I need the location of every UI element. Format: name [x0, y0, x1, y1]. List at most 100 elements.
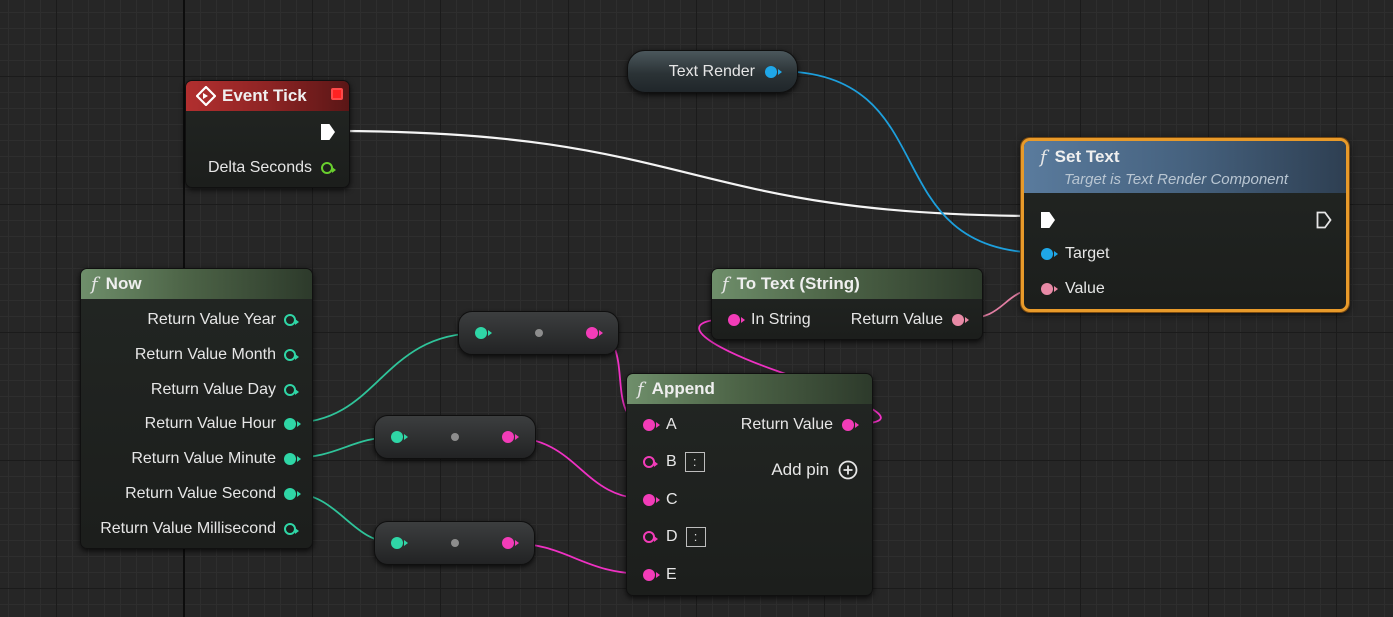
- target-wire: [775, 70, 1046, 254]
- exec-pin-icon[interactable]: [321, 124, 335, 140]
- int-to-string-node[interactable]: [374, 415, 536, 459]
- int-pin-icon[interactable]: [284, 488, 301, 500]
- text-pin-icon[interactable]: [952, 314, 969, 326]
- string-pin-icon[interactable]: [643, 456, 658, 468]
- set-text-subtitle: Target is Text Render Component: [1064, 170, 1289, 188]
- string-pin-icon[interactable]: [842, 419, 859, 431]
- now-output-label: Return Value Second: [125, 485, 276, 502]
- append-return-label: Return Value: [740, 416, 833, 433]
- conversion-dot: [451, 539, 459, 547]
- now-output-pin[interactable]: Return Value Month: [134, 342, 299, 368]
- set-text-exec-in[interactable]: [1041, 207, 1055, 233]
- event-diamond-icon: [196, 86, 216, 106]
- to-text-node[interactable]: f To Text (String) In String Return Valu…: [711, 268, 983, 340]
- event-tick-header: Event Tick: [186, 81, 349, 111]
- exec-wire: [334, 129, 1044, 218]
- function-icon: f: [1040, 146, 1047, 168]
- int-pin-icon[interactable]: [475, 327, 492, 339]
- object-pin-icon[interactable]: [765, 66, 782, 78]
- now-output-label: Return Value Day: [150, 381, 276, 398]
- set-text-title: Set Text: [1054, 147, 1120, 166]
- append-pin-b[interactable]: B :: [643, 449, 705, 475]
- now-output-pin[interactable]: Return Value Minute: [131, 446, 301, 472]
- set-text-node[interactable]: f Set Text Target is Text Render Compone…: [1021, 138, 1349, 312]
- string-pin-icon[interactable]: [643, 569, 660, 581]
- to-text-return-label: Return Value: [850, 311, 943, 328]
- set-text-exec-out[interactable]: [1316, 207, 1332, 233]
- string-pin-icon[interactable]: [643, 419, 660, 431]
- append-d-literal-input[interactable]: :: [685, 527, 706, 547]
- delta-seconds-label: Delta Seconds: [207, 159, 312, 176]
- add-pin-label: Add pin: [771, 460, 829, 479]
- now-output-label: Return Value Year: [147, 311, 276, 328]
- int-pin-icon[interactable]: [284, 453, 301, 465]
- string-pin-icon[interactable]: [643, 494, 660, 506]
- value-label: Value: [1065, 280, 1105, 297]
- hour-wire: [289, 332, 481, 424]
- object-pin-icon[interactable]: [1041, 248, 1058, 260]
- now-output-pin[interactable]: Return Value Year: [147, 307, 299, 333]
- int-pin-icon[interactable]: [284, 314, 299, 326]
- int-pin-icon[interactable]: [284, 349, 299, 361]
- event-tick-node[interactable]: Event Tick Delta Seconds: [185, 80, 350, 188]
- append-return-pin[interactable]: Return Value: [740, 412, 859, 438]
- now-output-label: Return Value Minute: [131, 450, 276, 467]
- plus-circle-icon[interactable]: [838, 460, 858, 480]
- string-pin-icon[interactable]: [728, 314, 745, 326]
- now-header: f Now: [81, 269, 312, 299]
- string-pin-icon[interactable]: [502, 537, 519, 549]
- in-string-pin[interactable]: In String: [728, 307, 811, 333]
- append-pin-a[interactable]: A: [643, 412, 677, 438]
- now-output-pin[interactable]: Return Value Hour: [144, 411, 301, 437]
- append-b-literal-input[interactable]: :: [684, 452, 705, 472]
- now-output-pin[interactable]: Return Value Millisecond: [100, 516, 299, 542]
- function-icon: f: [722, 273, 729, 295]
- text-pin-icon[interactable]: [1041, 283, 1058, 295]
- text-render-pin[interactable]: Text Render: [669, 59, 782, 85]
- delta-seconds-pin[interactable]: Delta Seconds: [207, 155, 336, 181]
- in-string-label: In String: [751, 311, 811, 328]
- append-node[interactable]: f Append A B : C D : E Return Value Add …: [626, 373, 873, 596]
- int-pin-icon[interactable]: [284, 418, 301, 430]
- append-c-label: C: [666, 491, 678, 508]
- int-to-string-node[interactable]: [374, 521, 535, 565]
- target-pin[interactable]: Target: [1041, 241, 1109, 267]
- append-a-label: A: [666, 416, 677, 433]
- function-icon: f: [637, 378, 644, 400]
- event-tick-exec-out[interactable]: [321, 119, 335, 145]
- to-text-title: To Text (String): [736, 274, 860, 293]
- int-pin-icon[interactable]: [391, 537, 408, 549]
- value-pin[interactable]: Value: [1041, 276, 1105, 302]
- add-pin-button[interactable]: Add pin: [771, 457, 858, 483]
- append-pin-d[interactable]: D :: [643, 524, 706, 550]
- now-output-label: Return Value Hour: [144, 415, 276, 432]
- exec-pin-icon[interactable]: [1041, 212, 1055, 228]
- now-output-label: Return Value Millisecond: [100, 520, 276, 537]
- to-text-return-pin[interactable]: Return Value: [850, 307, 969, 333]
- now-output-label: Return Value Month: [134, 346, 276, 363]
- int-pin-icon[interactable]: [284, 523, 299, 535]
- append-title: Append: [651, 379, 715, 398]
- string-pin-icon[interactable]: [586, 327, 603, 339]
- exec-out-hollow-icon[interactable]: [1316, 211, 1332, 229]
- now-output-pin[interactable]: Return Value Day: [150, 377, 299, 403]
- int-to-string-node[interactable]: [458, 311, 619, 355]
- append-pin-c[interactable]: C: [643, 487, 678, 513]
- append-pin-e[interactable]: E: [643, 562, 677, 588]
- now-output-pin[interactable]: Return Value Second: [125, 481, 301, 507]
- now-node[interactable]: f Now Return Value Year Return Value Mon…: [80, 268, 313, 549]
- set-text-header: f Set Text Target is Text Render Compone…: [1024, 141, 1346, 193]
- string-pin-icon[interactable]: [643, 531, 658, 543]
- int-pin-icon[interactable]: [391, 431, 408, 443]
- function-icon: f: [91, 273, 98, 295]
- event-tick-title: Event Tick: [222, 86, 307, 105]
- stop-icon[interactable]: [331, 88, 343, 100]
- int-pin-icon[interactable]: [284, 384, 299, 396]
- append-header: f Append: [627, 374, 872, 404]
- float-pin-icon[interactable]: [321, 162, 336, 174]
- to-text-header: f To Text (String): [712, 269, 982, 299]
- append-e-label: E: [666, 566, 677, 583]
- text-render-node[interactable]: Text Render: [627, 50, 798, 93]
- target-label: Target: [1065, 245, 1110, 262]
- string-pin-icon[interactable]: [502, 431, 519, 443]
